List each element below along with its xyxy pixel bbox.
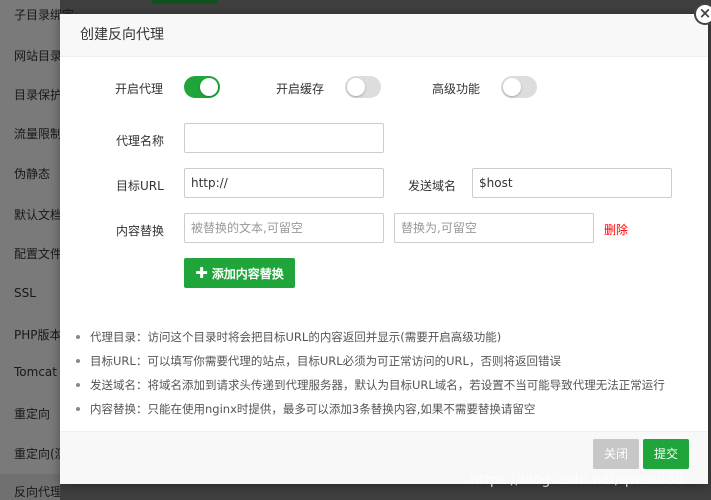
help-tips: 代理目录：访问这个目录时将会把目标URL的内容返回并显示(需要开启高级功能) 目… xyxy=(74,325,704,421)
send-domain-input[interactable] xyxy=(472,168,672,198)
add-content-replace-label: 添加内容替换 xyxy=(211,267,284,281)
plus-icon: ✚ xyxy=(195,264,208,282)
tip-item: 发送域名：将域名添加到请求头传递到代理服务器，默认为目标URL域名，若设置不当可… xyxy=(74,373,704,397)
tip-item: 内容替换：只能在使用nginx时提供，最多可以添加3条替换内容,如果不需要替换请… xyxy=(74,397,704,421)
proxy-name-input[interactable] xyxy=(184,123,384,153)
replace-from-input[interactable] xyxy=(184,213,384,243)
target-url-input[interactable] xyxy=(184,168,384,198)
send-domain-label: 发送域名 xyxy=(408,179,457,193)
toggle-knob xyxy=(200,78,218,96)
replace-to-input[interactable] xyxy=(394,213,594,243)
content-replace-label: 内容替换 xyxy=(116,224,165,238)
dialog-title: 创建反向代理 xyxy=(60,14,708,57)
enable-proxy-toggle[interactable] xyxy=(184,76,220,98)
tip-item: 目标URL：可以填写你需要代理的站点，目标URL必须为可正常访问的URL，否则将… xyxy=(74,349,704,373)
close-button[interactable]: 关闭 xyxy=(593,439,639,469)
enable-proxy-label: 开启代理 xyxy=(115,82,164,96)
advanced-features-toggle[interactable] xyxy=(501,76,537,98)
add-content-replace-button[interactable]: ✚ 添加内容替换 xyxy=(184,258,295,288)
proxy-name-label: 代理名称 xyxy=(116,134,165,148)
watermark: https://blog.csdn.net/qwex888 xyxy=(470,472,684,488)
toggle-knob xyxy=(503,78,521,96)
close-icon[interactable]: × xyxy=(694,3,711,25)
advanced-features-label: 高级功能 xyxy=(432,82,481,96)
target-url-label: 目标URL xyxy=(116,179,164,193)
enable-cache-toggle[interactable] xyxy=(345,76,381,98)
delete-replace-link[interactable]: 删除 xyxy=(604,221,628,238)
tip-item: 代理目录：访问这个目录时将会把目标URL的内容返回并显示(需要开启高级功能) xyxy=(74,325,704,349)
enable-cache-label: 开启缓存 xyxy=(276,82,325,96)
toggle-knob xyxy=(347,78,365,96)
submit-button[interactable]: 提交 xyxy=(643,439,689,469)
